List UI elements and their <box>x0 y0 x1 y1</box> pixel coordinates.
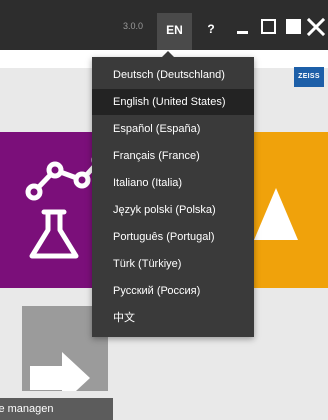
language-option[interactable]: Italiano (Italia) <box>92 170 254 196</box>
minimize-icon[interactable] <box>234 18 252 36</box>
restore-icon[interactable] <box>260 18 278 36</box>
title-bar: 3.0.0 EN ? <box>0 0 328 50</box>
zeiss-logo: ZEISS <box>294 67 324 87</box>
language-option[interactable]: Deutsch (Deutschland) <box>92 62 254 88</box>
language-option[interactable]: 中文 <box>92 305 254 331</box>
language-option-selected[interactable]: English (United States) <box>92 89 254 115</box>
language-option[interactable]: Español (España) <box>92 116 254 142</box>
language-dropdown: Deutsch (Deutschland) English (United St… <box>92 51 254 337</box>
language-option[interactable]: Türk (Türkiye) <box>92 251 254 277</box>
tile-label: le managen <box>0 398 113 420</box>
close-icon[interactable] <box>306 17 326 37</box>
maximize-icon[interactable] <box>285 18 303 36</box>
language-option[interactable]: Język polski (Polska) <box>92 197 254 223</box>
version-label: 3.0.0 <box>122 21 144 31</box>
language-option[interactable]: Français (France) <box>92 143 254 169</box>
language-option[interactable]: Português (Portugal) <box>92 224 254 250</box>
help-button[interactable]: ? <box>203 15 219 43</box>
language-button[interactable]: EN <box>157 13 192 50</box>
language-option[interactable]: Русский (Россия) <box>92 278 254 304</box>
warning-tile[interactable] <box>250 132 328 288</box>
triangle-icon <box>254 188 298 240</box>
